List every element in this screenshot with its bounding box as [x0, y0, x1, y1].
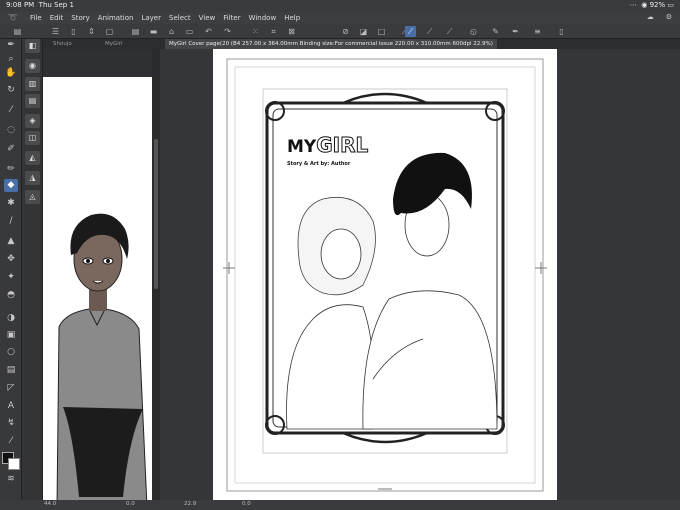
undo-icon[interactable]: ↶ — [203, 26, 214, 37]
menu-window[interactable]: Window — [249, 14, 277, 22]
gradient-fill-icon[interactable]: ◑ — [4, 312, 18, 325]
marker-tool-icon[interactable]: ✐ — [4, 143, 18, 156]
menu-help[interactable]: Help — [284, 14, 300, 22]
frame-tool-icon[interactable]: ▤ — [4, 364, 18, 377]
eyedropper-icon[interactable]: ✒ — [510, 26, 521, 37]
text-tool-icon[interactable]: A — [4, 400, 18, 413]
cover-page[interactable]: MYGIRL Story & Art by: Author — [213, 49, 557, 501]
eraser-tool-icon[interactable]: ◆ — [4, 179, 18, 192]
subtool-b-icon[interactable]: ▥ — [25, 77, 40, 91]
pen-tool-icon[interactable]: ✒ — [4, 39, 18, 52]
rotation-left[interactable]: 0.0 — [126, 501, 135, 507]
bucket-tool-icon[interactable]: ◓ — [4, 289, 18, 302]
preview-panel[interactable] — [43, 77, 152, 502]
layer-panel-icon[interactable]: ◧ — [25, 39, 40, 53]
menu-edit[interactable]: Edit — [50, 14, 64, 22]
menu-layer[interactable]: Layer — [141, 14, 161, 22]
cloud-icon[interactable]: ☁ — [647, 13, 654, 21]
pen-stroke-b-icon[interactable]: ⟋ — [405, 26, 416, 37]
subtool-strip: ◧ ◉ ▥ ▤ ◈ ◫ ◭ ◮ ◬ — [22, 39, 43, 510]
device-icon[interactable]: ▯ — [556, 26, 567, 37]
settings-gear-icon[interactable]: ⚙ — [666, 13, 672, 21]
battery-level: 92% — [649, 1, 666, 9]
subtool-f-icon[interactable]: ◭ — [25, 151, 40, 165]
subtool-e-icon[interactable]: ◫ — [25, 131, 40, 145]
export-icon[interactable]: ▭ — [184, 26, 195, 37]
redo-icon[interactable]: ↷ — [222, 26, 233, 37]
cover-byline: Story & Art by: Author — [287, 161, 351, 167]
ellipse-tool-icon[interactable]: ○ — [4, 346, 18, 359]
app-logo-icon[interactable]: ➰ — [8, 13, 18, 22]
zoom-level-right[interactable]: 22.9 — [184, 501, 196, 507]
tab-mygirl[interactable]: MyGirl — [101, 39, 127, 49]
ruler-icon[interactable]: ◵ — [468, 26, 479, 37]
list-menu-icon[interactable]: ≡ — [532, 26, 543, 37]
menu-bar: ➰ File Edit Story Animation Layer Select… — [0, 12, 680, 24]
status-bar: 9:08 PM Thu Sep 1 ⋯ ◉ 92% ▭ — [0, 0, 680, 12]
menu-file[interactable]: File — [30, 14, 42, 22]
deselect-icon[interactable]: ⊠ — [286, 26, 297, 37]
blend-tool-icon[interactable]: / — [4, 215, 18, 228]
sub-color-swatch[interactable] — [8, 458, 20, 470]
menu-story[interactable]: Story — [71, 14, 90, 22]
menu-select[interactable]: Select — [169, 14, 191, 22]
line-tool-icon[interactable]: ⁄ — [4, 435, 18, 448]
cover-artwork — [223, 58, 547, 492]
subtool-d-icon[interactable]: ◈ — [25, 114, 40, 128]
lasso-tool-icon[interactable]: ◌ — [4, 124, 18, 137]
pencil-icon[interactable]: ✎ — [490, 26, 501, 37]
ruler-tool-icon[interactable]: ◸ — [4, 382, 18, 395]
zoom-tool-icon[interactable]: ⌕ — [4, 53, 18, 66]
square-icon[interactable]: □ — [376, 26, 387, 37]
rotation-right[interactable]: 0.0 — [242, 501, 251, 507]
gradient-tool-icon[interactable]: ▣ — [4, 329, 18, 342]
rotate-tool-icon[interactable]: ↻ — [4, 84, 18, 97]
tab-row: Shoujo MyGirl MyGirl Cover page(20 (B4 2… — [43, 39, 680, 49]
status-right: ⋯ ◉ 92% ▭ — [629, 1, 674, 9]
cover-title-girl: GIRL — [316, 133, 369, 157]
tab-mygirl-cover[interactable]: MyGirl Cover page(20 (B4 257.00 x 364.00… — [165, 39, 497, 49]
airbrush-tool-icon[interactable]: ✱ — [4, 197, 18, 210]
save-icon[interactable]: ⌂ — [166, 26, 177, 37]
panel-toggle-icon[interactable]: ▤ — [12, 26, 23, 37]
hamburger-menu-icon[interactable]: ☰ — [50, 26, 61, 37]
pen-stroke-d-icon[interactable]: ⟋ — [444, 26, 455, 37]
open-folder-icon[interactable]: ▬ — [148, 26, 159, 37]
cover-title: MYGIRL — [287, 133, 369, 157]
tablet-icon[interactable]: ▯ — [68, 26, 79, 37]
move-tool-icon[interactable]: ✥ — [4, 253, 18, 266]
tab-shoujo[interactable]: Shoujo — [49, 39, 76, 49]
character-preview-illustration — [56, 213, 148, 502]
balloon-tool-icon[interactable]: ↯ — [4, 417, 18, 430]
clear-icon[interactable]: ⊘ — [340, 26, 351, 37]
brush-tool-icon[interactable]: ✏ — [4, 163, 18, 176]
crop-icon[interactable]: ⌗ — [268, 26, 279, 37]
menu-view[interactable]: View — [199, 14, 216, 22]
subtool-h-icon[interactable]: ◬ — [25, 190, 40, 204]
bottom-bar: 44.0 0.0 22.9 0.0 — [0, 500, 680, 510]
subtool-a-icon[interactable]: ◉ — [25, 59, 40, 73]
pen-stroke-c-icon[interactable]: ⟋ — [424, 26, 435, 37]
status-time: 9:08 PM Thu Sep 1 — [6, 1, 74, 9]
subtool-g-icon[interactable]: ◮ — [25, 171, 40, 185]
hand-tool-icon[interactable]: ✋ — [4, 67, 18, 80]
new-document-icon[interactable]: ▤ — [130, 26, 141, 37]
cover-title-my: MY — [287, 137, 317, 157]
fill-icon[interactable]: ◪ — [358, 26, 369, 37]
menu-animation[interactable]: Animation — [98, 14, 134, 22]
zoom-level-left[interactable]: 44.0 — [44, 501, 56, 507]
command-bar: ▤ ☰ ▯ ⇕ ▢ ▤ ▬ ⌂ ▭ ↶ ↷ ⁙ ⌗ ⊠ ⊘ ◪ □ ⟋ ⟋ ⟋ … — [0, 24, 680, 39]
fill-tool-icon[interactable]: ▲ — [4, 235, 18, 248]
new-file-icon[interactable]: ▢ — [104, 26, 115, 37]
scroll-thumb[interactable] — [154, 139, 158, 289]
stepper-icon[interactable]: ⇕ — [86, 26, 97, 37]
eyedropper-tool-icon[interactable]: ⁄ — [4, 104, 18, 117]
panel-scrollbar[interactable] — [152, 49, 160, 510]
menu-filter[interactable]: Filter — [223, 14, 240, 22]
selection-dots-icon[interactable]: ⁙ — [250, 26, 261, 37]
transparency-icon[interactable]: ≋ — [4, 473, 18, 486]
tool-strip: ✒ ⌕ ✋ ↻ ⁄ ◌ ✐ ✏ ◆ ✱ / ▲ ✥ ✦ ◓ ◑ ▣ ○ ▤ ◸ … — [0, 39, 22, 510]
sparkle-tool-icon[interactable]: ✦ — [4, 271, 18, 284]
subtool-c-icon[interactable]: ▤ — [25, 94, 40, 108]
